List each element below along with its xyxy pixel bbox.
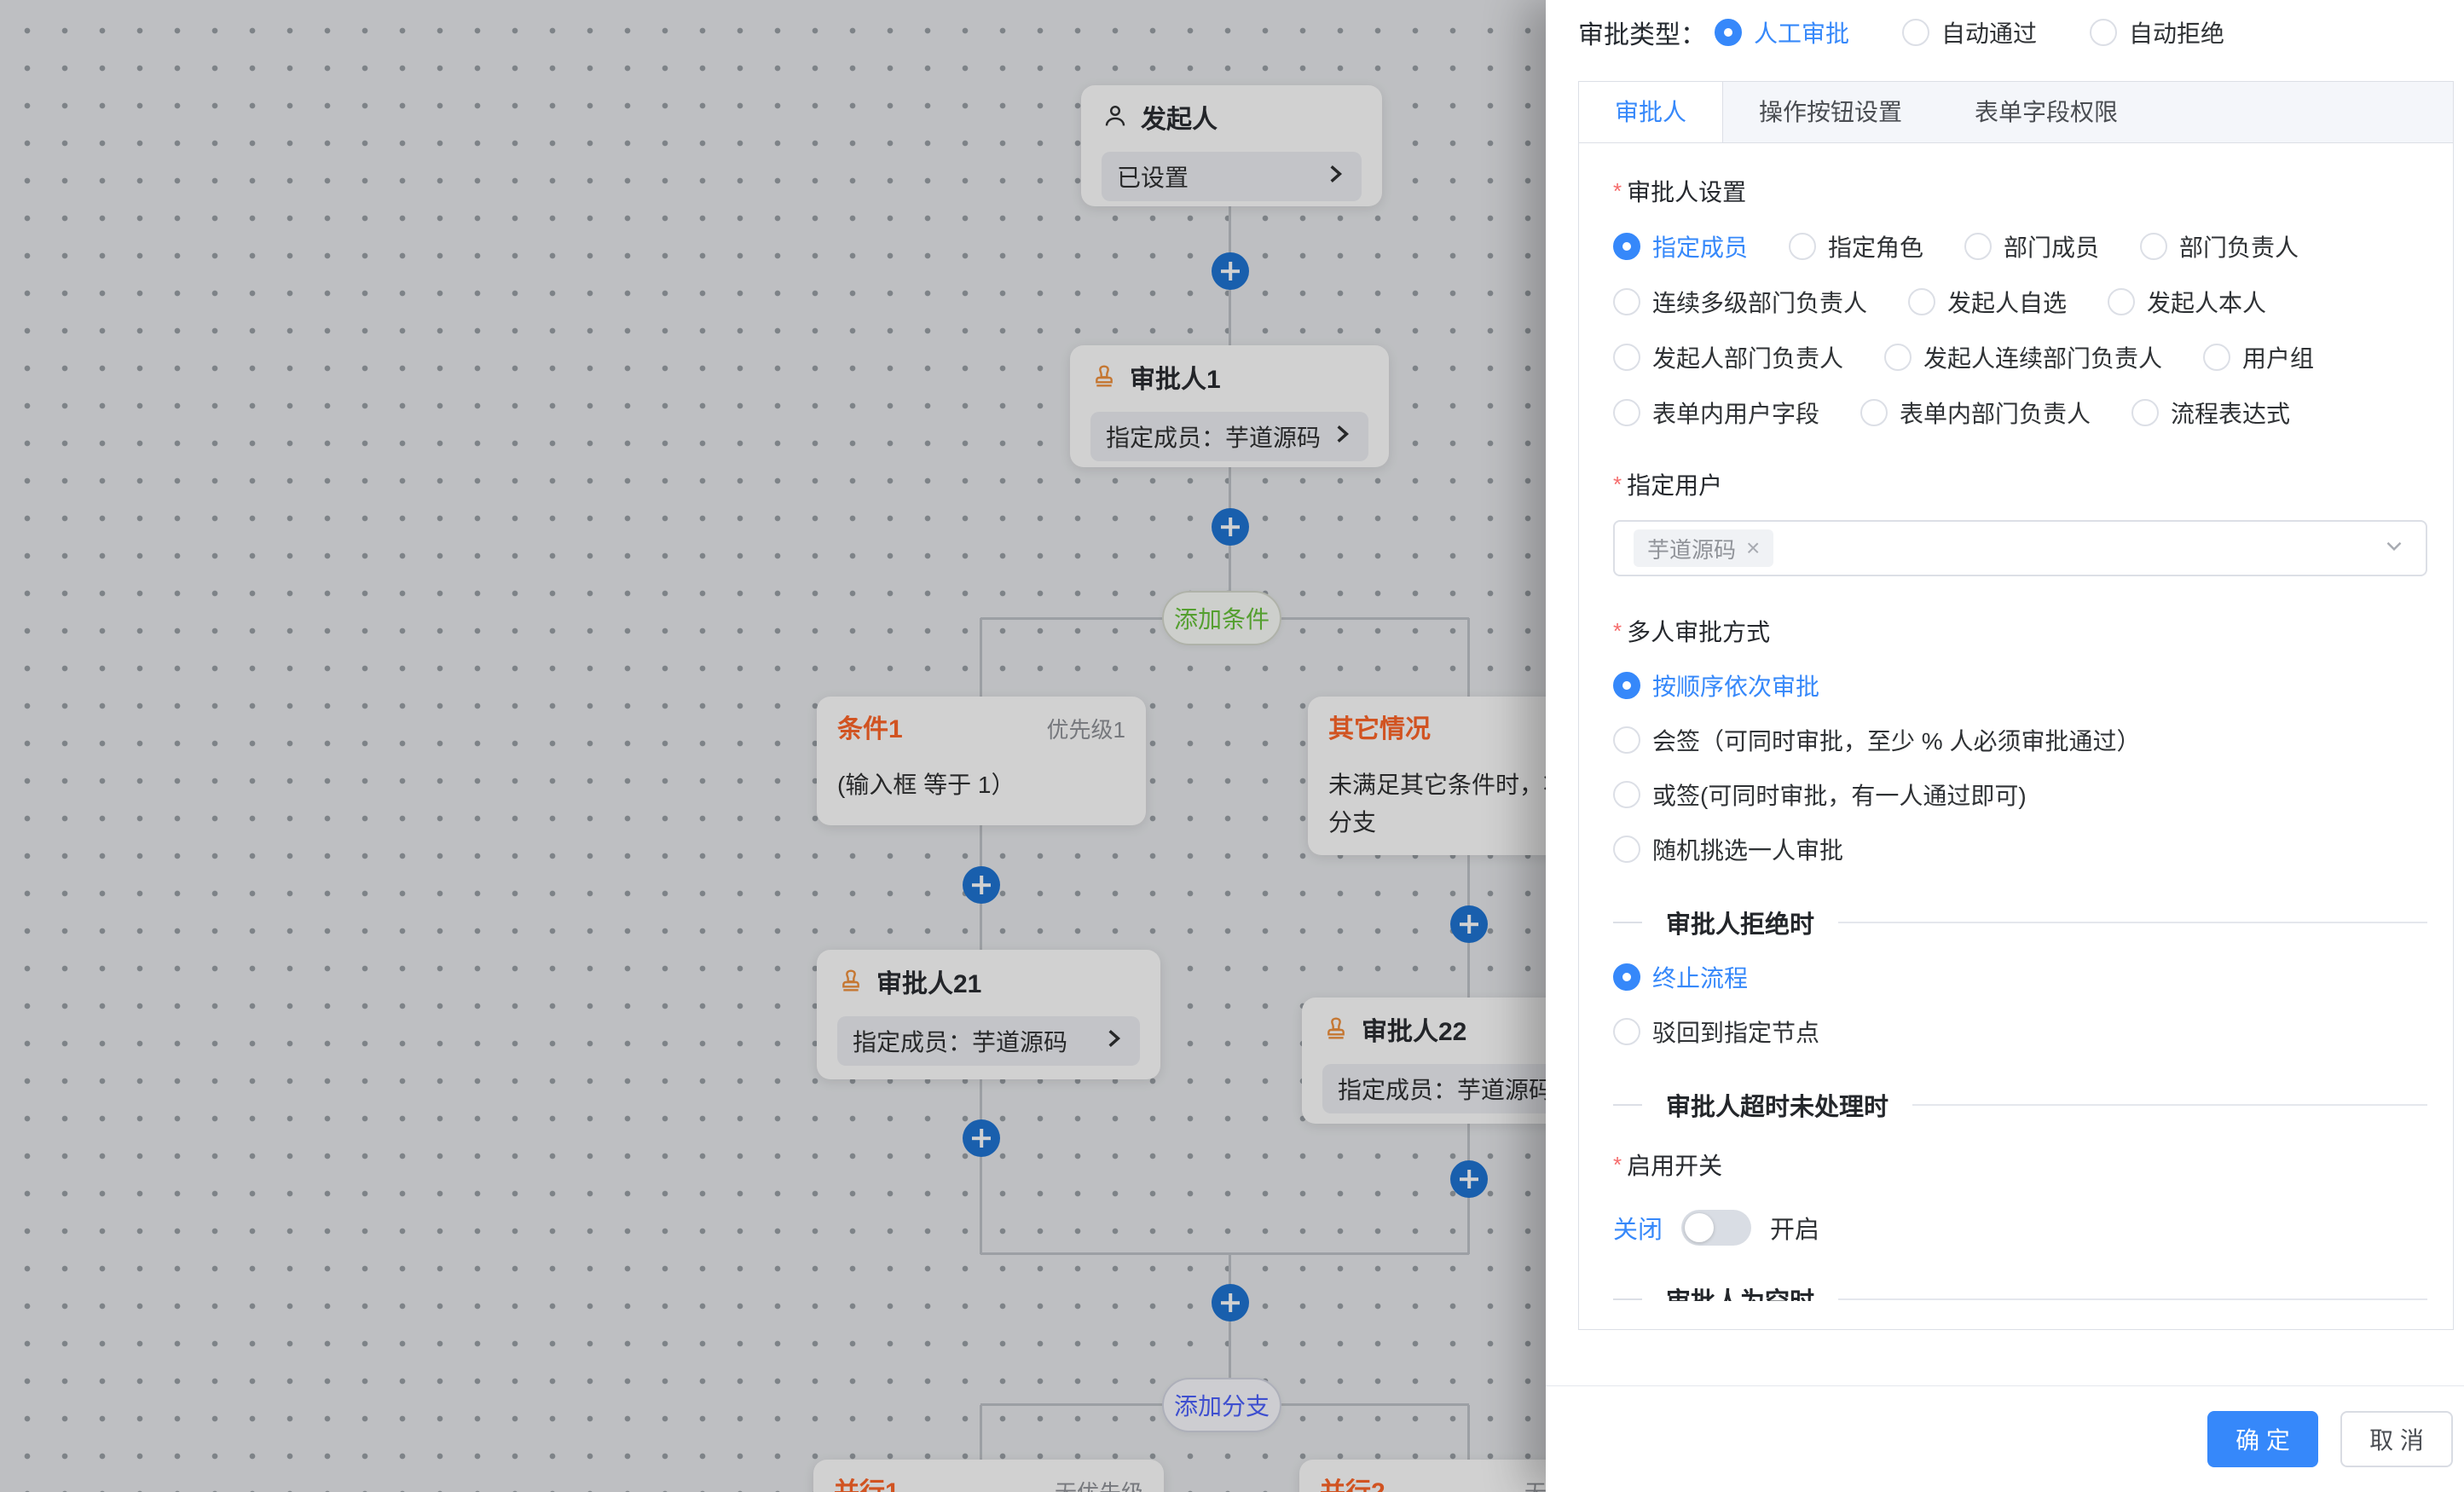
timeout-section-divider: 审批人超时未处理时 <box>1613 1088 2427 1122</box>
divider-rule <box>1912 1104 2427 1106</box>
empty-section-divider: 审批人为空时 <box>1613 1282 2427 1301</box>
reject-options: 终止流程 驳回到指定节点 <box>1613 960 2427 1049</box>
radio-return-to-node[interactable]: 驳回到指定节点 <box>1613 1015 2427 1049</box>
radio-circle-icon <box>1613 672 1640 699</box>
divider-rule <box>1838 1298 2427 1300</box>
clipped-next-section: 审批人为空时 <box>1613 1282 2427 1301</box>
radio-circle-icon <box>1789 233 1816 260</box>
tab-body: *审批人设置 指定成员 指定角色 部门成员 部门负责人 连续多级部门负责人 发起… <box>1579 143 2453 1301</box>
assigned-user-label: *指定用户 <box>1613 469 2427 501</box>
radio-circle-icon <box>2108 288 2135 315</box>
switch-on-label: 开启 <box>1770 1210 1819 1246</box>
approver-config-panel: 审批类型： 人工审批 自动通过 自动拒绝 审批人 操作按钮设置 表单字段权限 <box>1546 0 2464 1492</box>
approval-flow-designer: 发起人 已设置 审批人1 <box>0 0 2464 1492</box>
tag-remove-icon[interactable]: × <box>1746 536 1760 560</box>
approval-type-row: 审批类型： 人工审批 自动通过 自动拒绝 <box>1578 14 2452 51</box>
radio-circle-icon <box>1613 344 1640 371</box>
required-asterisk: * <box>1613 618 1622 644</box>
switch-off-label: 关闭 <box>1613 1210 1663 1246</box>
canvas-dim-overlay <box>0 0 1546 1492</box>
divider-dash <box>1613 922 1642 923</box>
empty-section-title: 审批人为空时 <box>1666 1282 1814 1301</box>
approver-setting-label: *审批人设置 <box>1613 176 2427 208</box>
approver-setting-row3: 发起人部门负责人 发起人连续部门负责人 用户组 <box>1613 340 2427 374</box>
radio-initiator-self[interactable]: 发起人本人 <box>2108 285 2266 319</box>
enable-switch-label: *启用开关 <box>1613 1149 2427 1182</box>
radio-circle-icon <box>2131 399 2159 426</box>
divider-rule <box>1838 922 2427 923</box>
tab-approver[interactable]: 审批人 <box>1579 82 1723 142</box>
divider-dash <box>1613 1104 1642 1106</box>
approver-setting-row4: 表单内用户字段 表单内部门负责人 流程表达式 <box>1613 396 2427 430</box>
tab-button-settings[interactable]: 操作按钮设置 <box>1723 82 1939 142</box>
radio-terminate-process[interactable]: 终止流程 <box>1613 960 2427 994</box>
radio-circle-icon <box>2140 233 2167 260</box>
radio-circle-icon <box>1860 399 1888 426</box>
required-asterisk: * <box>1613 471 1622 497</box>
radio-manual-approve[interactable]: 人工审批 <box>1715 15 1849 49</box>
radio-circle-icon <box>1613 726 1640 754</box>
radio-dept-leader[interactable]: 部门负责人 <box>2140 229 2299 263</box>
timeout-toggle[interactable] <box>1681 1210 1751 1246</box>
reject-section-title: 审批人拒绝时 <box>1666 905 1814 940</box>
tab-form-field-permission[interactable]: 表单字段权限 <box>1939 82 2155 142</box>
confirm-button[interactable]: 确 定 <box>2207 1411 2318 1467</box>
radio-form-user-field[interactable]: 表单内用户字段 <box>1613 396 1819 430</box>
radio-process-expression[interactable]: 流程表达式 <box>2131 396 2290 430</box>
radio-circle-icon <box>1902 19 1929 46</box>
radio-circle-icon <box>1613 288 1640 315</box>
radio-assign-role[interactable]: 指定角色 <box>1789 229 1923 263</box>
approval-type-label: 审批类型： <box>1578 14 1706 51</box>
radio-circle-icon <box>1908 288 1935 315</box>
user-tag: 芋道源码 × <box>1634 529 1773 567</box>
radio-circle-icon <box>1964 233 1992 260</box>
radio-orsign[interactable]: 或签(可同时审批，有一人通过即可) <box>1613 778 2427 812</box>
radio-form-dept-leader[interactable]: 表单内部门负责人 <box>1860 396 2091 430</box>
radio-user-group[interactable]: 用户组 <box>2203 340 2314 374</box>
radio-multi-level-dept-leader[interactable]: 连续多级部门负责人 <box>1613 285 1867 319</box>
timeout-switch-row: 关闭 开启 <box>1613 1207 2427 1248</box>
panel-footer: 确 定 取 消 <box>1546 1385 2464 1492</box>
radio-circle-icon <box>2090 19 2117 46</box>
approver-setting-row1: 指定成员 指定角色 部门成员 部门负责人 <box>1613 229 2427 263</box>
settings-tab-card: 审批人 操作按钮设置 表单字段权限 *审批人设置 指定成员 指定角色 部门成员 … <box>1578 81 2454 1330</box>
radio-circle-icon <box>1613 836 1640 863</box>
radio-circle-icon <box>1715 19 1742 46</box>
required-asterisk: * <box>1613 1152 1622 1177</box>
cancel-button[interactable]: 取 消 <box>2340 1411 2453 1467</box>
radio-circle-icon <box>1613 399 1640 426</box>
radio-initiator-choose[interactable]: 发起人自选 <box>1908 285 2067 319</box>
radio-circle-icon <box>2203 344 2230 371</box>
multi-approve-options: 按顺序依次审批 会签（可同时审批，至少 % 人必须审批通过） 或签(可同时审批，… <box>1613 668 2427 866</box>
divider-dash <box>1613 1298 1642 1300</box>
radio-circle-icon <box>1613 1018 1640 1045</box>
flow-canvas[interactable]: 发起人 已设置 审批人1 <box>0 0 1546 1492</box>
radio-circle-icon <box>1613 963 1640 991</box>
radio-initiator-dept-leader[interactable]: 发起人部门负责人 <box>1613 340 1843 374</box>
approver-setting-row2: 连续多级部门负责人 发起人自选 发起人本人 <box>1613 285 2427 319</box>
reject-section-divider: 审批人拒绝时 <box>1613 905 2427 940</box>
radio-countersign[interactable]: 会签（可同时审批，至少 % 人必须审批通过） <box>1613 723 2427 757</box>
radio-initiator-multi-dept-leader[interactable]: 发起人连续部门负责人 <box>1884 340 2162 374</box>
radio-circle-icon <box>1613 233 1640 260</box>
radio-sequential-approve[interactable]: 按顺序依次审批 <box>1613 668 2427 703</box>
radio-circle-icon <box>1613 781 1640 808</box>
radio-circle-icon <box>1884 344 1912 371</box>
multi-approve-label: *多人审批方式 <box>1613 616 2427 648</box>
radio-auto-pass[interactable]: 自动通过 <box>1902 15 2037 49</box>
required-asterisk: * <box>1613 178 1622 204</box>
radio-random-one[interactable]: 随机挑选一人审批 <box>1613 832 2427 866</box>
toggle-knob <box>1685 1213 1714 1242</box>
assigned-user-select[interactable]: 芋道源码 × <box>1613 520 2427 576</box>
radio-dept-member[interactable]: 部门成员 <box>1964 229 2099 263</box>
chevron-down-icon <box>2381 534 2407 564</box>
radio-assign-member[interactable]: 指定成员 <box>1613 229 1748 263</box>
tab-bar: 审批人 操作按钮设置 表单字段权限 <box>1579 82 2453 143</box>
timeout-section-title: 审批人超时未处理时 <box>1666 1087 1888 1123</box>
radio-auto-reject[interactable]: 自动拒绝 <box>2090 15 2224 49</box>
